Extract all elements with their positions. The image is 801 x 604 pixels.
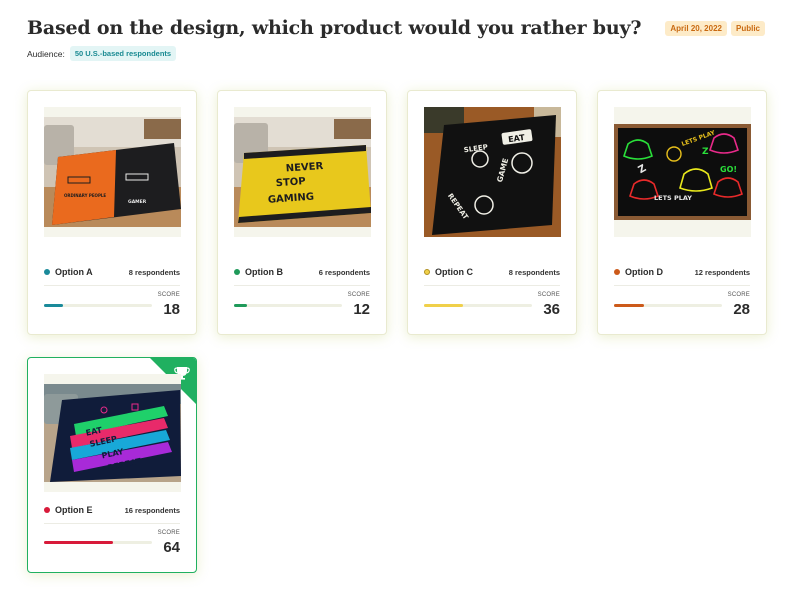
respondent-count: 16 respondents [124,505,180,515]
product-image-b[interactable]: NEVER STOP GAMING [234,107,371,237]
option-color-dot [614,269,620,275]
product-image-a[interactable]: ORDINARY PEOPLE GAMER [44,107,181,237]
score-value: 28 [733,301,750,318]
option-header-b: Option B 6 respondents [234,267,370,277]
option-color-dot [44,507,50,513]
score-bar-fill [234,304,247,307]
respondent-count: 8 respondents [128,267,180,277]
neon-controller-rug-image: LETS PLAY GO! LETS PLAY Z Z [614,124,751,220]
score-bar-fill [44,304,64,307]
option-name: Option A [55,267,93,277]
audience-row: Audience: 50 U.S.-based respondents [27,46,177,61]
option-card-d[interactable]: LETS PLAY GO! LETS PLAY Z Z Option D 12 … [597,90,767,335]
divider [234,285,370,286]
option-name: Option B [245,267,283,277]
option-card-e[interactable]: EAT SLEEP PLAY REPEAT Option E 16 respon… [27,357,197,573]
score-bar [614,304,722,307]
page-title: Based on the design, which product would… [27,17,642,39]
score-bar-fill [424,304,463,307]
product-image-c[interactable]: EAT SLEEP GAME REPEAT [424,107,561,237]
option-card-b[interactable]: NEVER STOP GAMING Option B 6 respondents… [217,90,387,335]
rug-text: ORDINARY PEOPLE [64,193,106,198]
score-label: SCORE [347,292,370,298]
rug-text: GO! [720,165,737,174]
score-bar [44,304,152,307]
score-value: 18 [163,301,180,318]
score-bar-fill [44,541,114,544]
rug-text: STOP [275,176,306,189]
score-label: SCORE [157,292,180,298]
eat-sleep-play-repeat-rug-image: EAT SLEEP PLAY REPEAT [44,384,181,482]
divider [424,285,560,286]
never-stop-gaming-rug-image: NEVER STOP GAMING [234,117,371,227]
survey-meta: April 20, 2022 Public [665,21,765,36]
divider [44,523,180,524]
option-card-c[interactable]: EAT SLEEP GAME REPEAT Option C 8 respond… [407,90,577,335]
product-image-d[interactable]: LETS PLAY GO! LETS PLAY Z Z [614,107,751,237]
score-value: 12 [353,301,370,318]
respondent-count: 12 respondents [694,267,750,277]
score-label: SCORE [157,530,180,536]
option-name: Option D [625,267,663,277]
option-header-d: Option D 12 respondents [614,267,750,277]
divider [614,285,750,286]
audience-chip[interactable]: 50 U.S.-based respondents [69,46,177,61]
visibility-badge[interactable]: Public [730,21,765,36]
rug-text: GAMER [128,199,147,205]
option-header-e: Option E 16 respondents [44,505,180,515]
respondent-count: 6 respondents [318,267,370,277]
orange-black-gamer-rug-image: ORDINARY PEOPLE GAMER [44,117,181,227]
option-name: Option C [435,267,473,277]
svg-text:Z: Z [702,147,709,157]
eat-sleep-game-repeat-rug-image: EAT SLEEP GAME REPEAT [424,107,561,237]
option-header-c: Option C 8 respondents [424,267,560,277]
score-value: 64 [163,539,180,556]
product-image-e[interactable]: EAT SLEEP PLAY REPEAT [44,374,181,492]
score-value: 36 [543,301,560,318]
option-card-a[interactable]: ORDINARY PEOPLE GAMER Option A 8 respond… [27,90,197,335]
rug-text: LETS PLAY [654,194,692,202]
score-bar-fill [614,304,645,307]
score-bar [424,304,532,307]
option-name: Option E [55,505,93,515]
divider [44,285,180,286]
option-header-a: Option A 8 respondents [44,267,180,277]
score-label: SCORE [727,292,750,298]
audience-label: Audience: [27,48,65,59]
date-badge: April 20, 2022 [665,21,727,36]
option-color-dot [234,269,240,275]
option-color-dot [44,269,50,275]
score-label: SCORE [537,292,560,298]
option-color-dot [424,269,430,275]
score-bar [44,541,152,544]
respondent-count: 8 respondents [508,267,560,277]
score-bar [234,304,342,307]
